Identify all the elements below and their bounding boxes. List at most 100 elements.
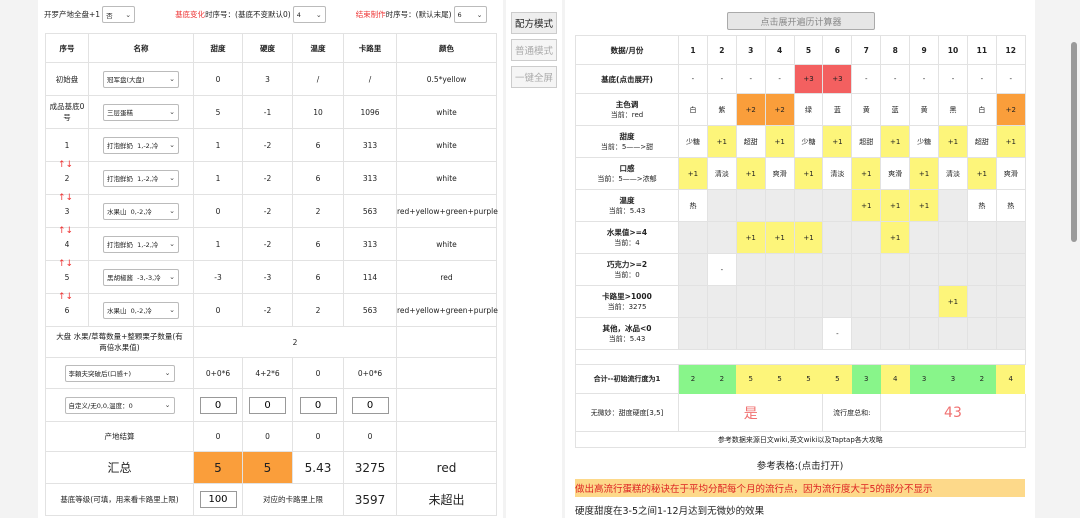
month-cell: +1 — [880, 221, 911, 254]
ingredient-select[interactable]: 三层蛋糕 ⌄ — [103, 103, 179, 121]
month-cell: 少糖 — [909, 125, 940, 158]
ingredient-select[interactable]: 打泡鲜奶 1,-2,冷 ⌄ — [103, 136, 179, 154]
row-number: 初始盘 — [55, 74, 79, 84]
month-cell: - — [706, 64, 737, 94]
ingredient-row: ↑↓ 4 打泡鲜奶 1,-2,冷 ⌄ 1 -2 6 313 white — [45, 226, 497, 261]
cal-cell: 563 — [343, 194, 397, 228]
month-cell: +3 — [793, 64, 824, 94]
ingredient-select[interactable]: 打泡鲜奶 1,-2,冷 ⌄ — [103, 169, 179, 187]
month-cell — [909, 253, 940, 286]
factor-title: 水果值>=4 — [606, 228, 648, 237]
factor-row: 温度 当前：5.43 热 +1 +1 +1 热热 — [575, 189, 1026, 222]
cap-value: 3597 — [343, 483, 397, 516]
month-cell: 白 — [966, 93, 997, 126]
hard-cell: -2 — [242, 161, 293, 195]
ingredient-row: 1 打泡鲜奶 1,-2,冷 ⌄ 1 -2 6 313 white — [45, 128, 497, 162]
custom-input[interactable] — [299, 396, 337, 414]
factor-title[interactable]: 基底(点击展开) — [576, 74, 678, 85]
month-cell: 热 — [995, 189, 1026, 222]
ingredient-row: 初始盘 冠军盘(大盘) ⌄ 0 3//0.5*yellow — [45, 62, 497, 96]
level-input[interactable] — [199, 491, 237, 508]
end-select[interactable]: 6 ⌄ — [453, 6, 487, 23]
bonus-value: 0 — [292, 357, 344, 389]
options-bar: 开罗产地全盘+1 否 ⌄ 基底变化 时序号：(基底不变默认0) 4 ⌄ 结束制作 时… — [44, 6, 487, 23]
month-header: 12 — [995, 35, 1026, 65]
end-red-label: 结束制作 — [355, 10, 386, 19]
factor-row: 甜度 当前：5——>甜 少糖 +1 超甜 +1 少糖 +1 超甜 +1 少糖 +1 超甜 +1 — [575, 125, 1026, 158]
bonus-select[interactable]: 李頼夫突破后(口感+) ⌄ — [64, 364, 175, 382]
month-header: 1 — [678, 35, 708, 65]
ingredient-select[interactable]: 水果山 0,-2,冷 ⌄ — [103, 301, 179, 319]
month-cell — [851, 253, 882, 286]
cap-status: 未超出 — [396, 483, 497, 516]
ingredient-select[interactable]: 黑胡椒酱 -3,-3,冷 ⌄ — [103, 268, 179, 286]
custom-input[interactable] — [351, 396, 389, 414]
ingredient-select[interactable]: 打泡鲜奶 1,-2,冷 ⌄ — [103, 235, 179, 253]
month-cell: 爽滑 — [880, 157, 911, 190]
month-cell — [880, 285, 911, 318]
factor-row: 主色调 当前：red 白紫 +2 +2 绿蓝黄蓝黄黑白 +2 — [575, 93, 1026, 126]
move-arrows[interactable]: ↑↓ — [58, 193, 73, 203]
factor-current: 当前：5.43 — [608, 207, 646, 215]
change-select[interactable]: 4 ⌄ — [292, 6, 326, 23]
recipe-mode-button[interactable]: 配方模式 — [511, 12, 557, 34]
month-cell — [764, 285, 795, 318]
luo-select[interactable]: 否 ⌄ — [102, 6, 136, 23]
reference-table-link[interactable]: 参考表格:(点击打开) — [565, 458, 1035, 472]
month-cell — [678, 253, 708, 286]
col-header: 序号 — [45, 33, 89, 63]
month-cell — [678, 285, 708, 318]
expand-calculator-button[interactable]: 点击展开遍历计算器 — [727, 12, 875, 30]
custom-input[interactable] — [199, 396, 237, 414]
ingredient-select[interactable]: 水果山 0,-2,冷 ⌄ — [103, 202, 179, 220]
chevron-down-icon: ⌄ — [169, 108, 175, 116]
total-cell: 5 — [736, 364, 766, 394]
total-label: 合计--初始流行度为1 — [575, 364, 679, 394]
move-arrows[interactable]: ↑↓ — [58, 226, 73, 236]
ingredient-select-value: 打泡鲜奶 1,-2,冷 — [107, 241, 159, 249]
custom-select[interactable]: 自定义/无0,0,温度：0 ⌄ — [64, 396, 175, 414]
month-cell: 清淡 — [938, 157, 968, 190]
sweet-cell: 5 — [193, 95, 243, 129]
factor-current: 当前：5.43 — [608, 335, 646, 343]
month-cell: - — [909, 64, 940, 94]
move-arrows[interactable]: ↑↓ — [58, 160, 73, 170]
sweet-cell: -3 — [193, 260, 243, 294]
ingredient-select[interactable]: 冠军盘(大盘) ⌄ — [103, 70, 179, 88]
origin-value: 0 — [193, 421, 243, 452]
month-cell — [938, 221, 968, 254]
total-cell: 2 — [707, 364, 737, 394]
sum-value: red — [396, 451, 497, 484]
month-cell — [995, 253, 1026, 286]
month-cell — [966, 317, 997, 350]
ingredient-select-value: 水果山 0,-2,冷 — [107, 208, 152, 216]
month-cell: +1 — [764, 221, 795, 254]
custom-input[interactable] — [249, 396, 286, 414]
month-cell — [735, 317, 766, 350]
sum-value: 5.43 — [292, 451, 344, 484]
hard-cell: -2 — [242, 128, 293, 162]
end-select-value: 6 — [457, 10, 462, 19]
month-cell — [966, 285, 997, 318]
month-cell: +1 — [678, 157, 708, 190]
scrollbar-thumb[interactable] — [1071, 42, 1077, 242]
month-cell: +1 — [880, 125, 911, 158]
move-arrows[interactable]: ↑↓ — [58, 292, 73, 302]
month-cell — [822, 285, 853, 318]
month-cell — [938, 253, 968, 286]
origin-value: 0 — [242, 421, 293, 452]
scrollbar[interactable] — [1068, 0, 1080, 518]
month-cell: - — [706, 253, 737, 286]
pop-label: 流行度总和: — [822, 393, 882, 432]
month-cell: +3 — [822, 64, 853, 94]
normal-mode-button[interactable]: 普通模式 — [511, 39, 557, 61]
col-header: 甜度 — [193, 33, 243, 63]
sum-value: 5 — [242, 451, 293, 484]
bonus-value: 0+0*6 — [343, 357, 397, 389]
month-cell: 超甜 — [735, 125, 766, 158]
fullscreen-button[interactable]: 一键全屏 — [511, 66, 557, 88]
month-cell: +1 — [966, 157, 997, 190]
month-cell — [706, 285, 737, 318]
temp-cell: 2 — [292, 194, 344, 228]
move-arrows[interactable]: ↑↓ — [58, 259, 73, 269]
